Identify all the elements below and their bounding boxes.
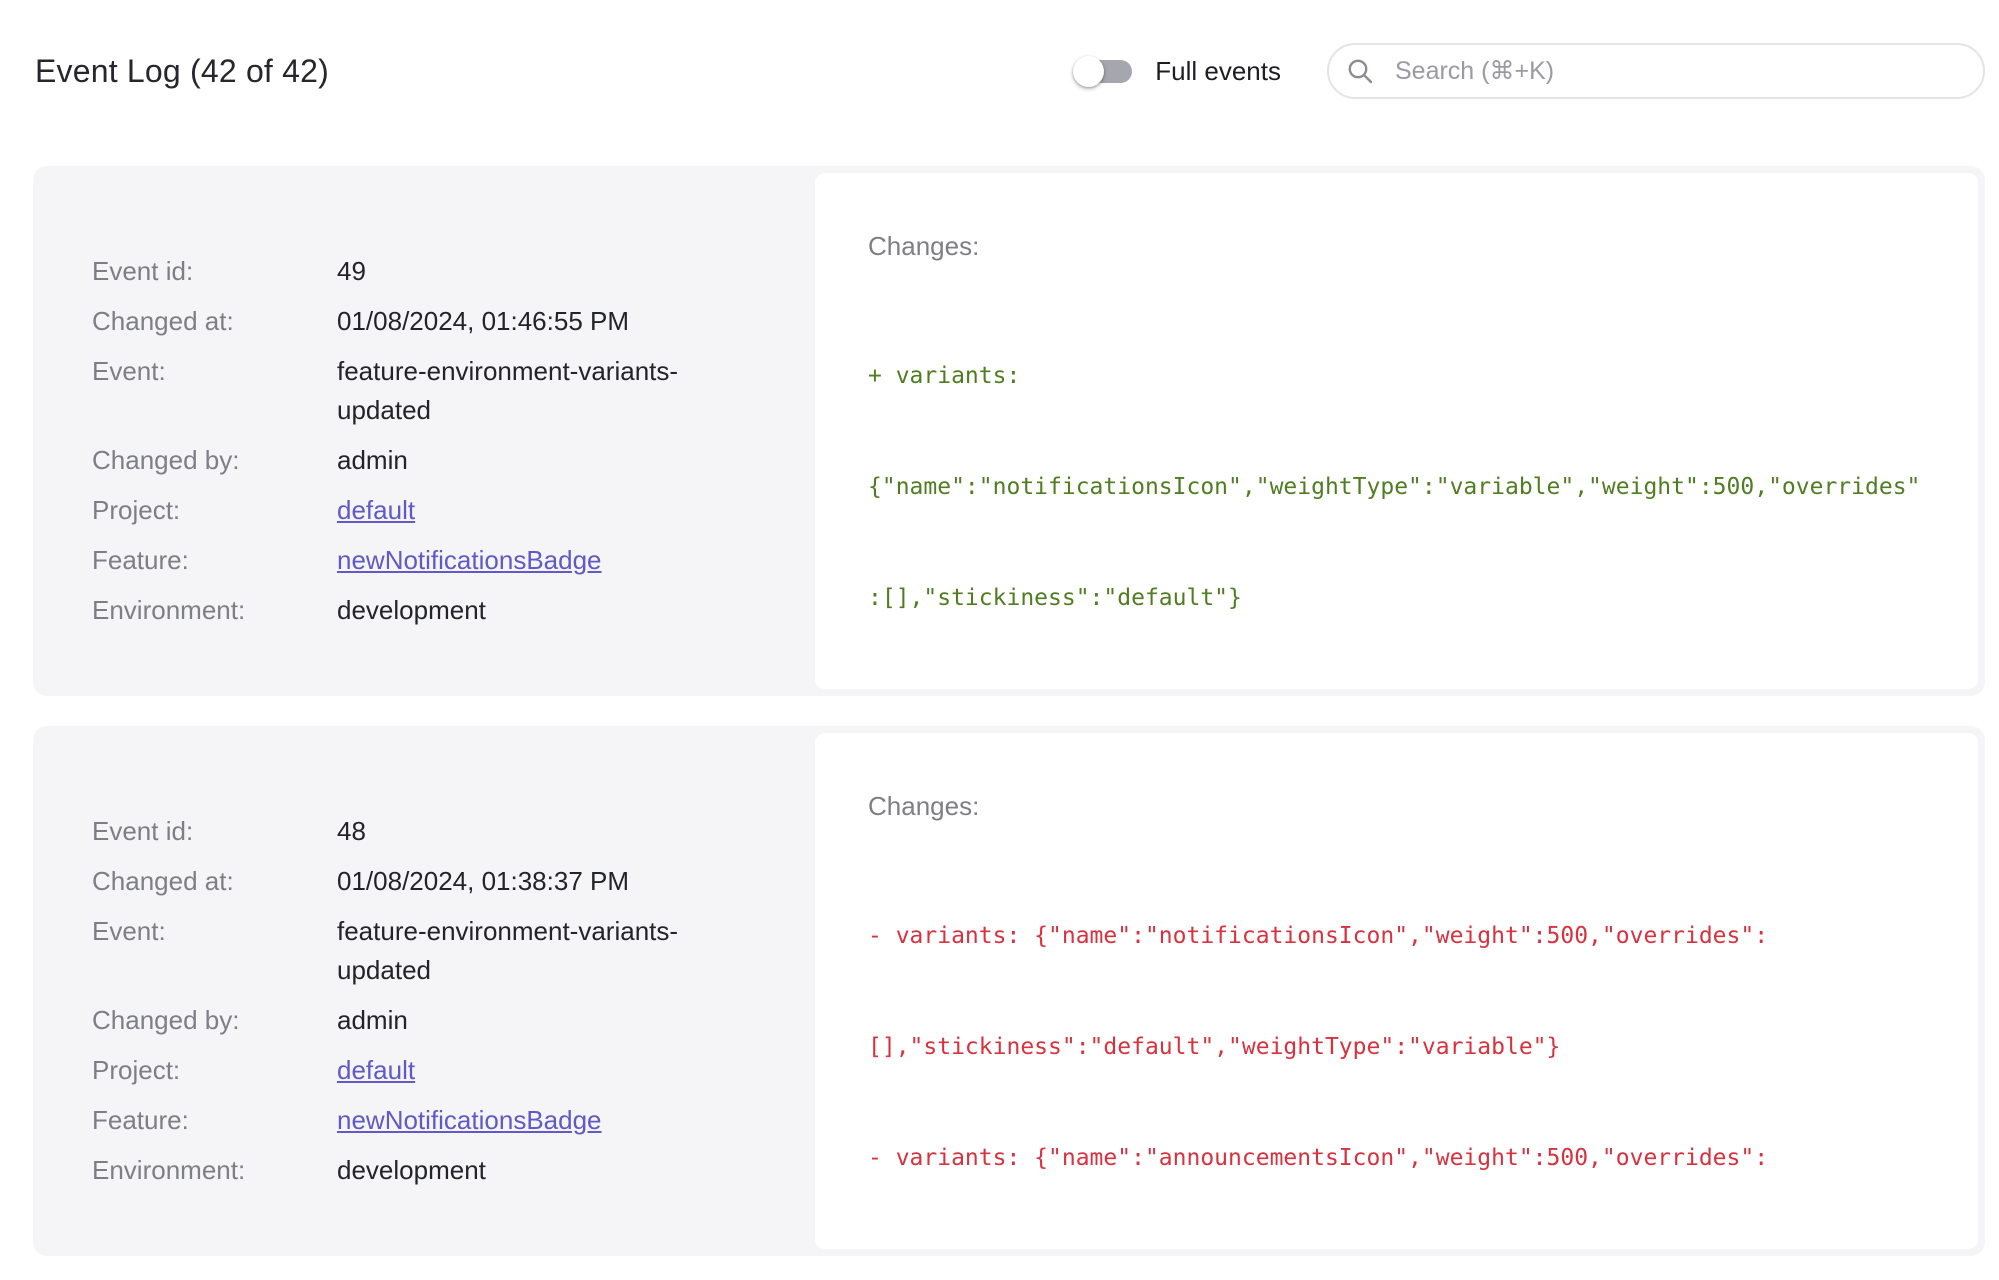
meta-label: Changed by: <box>92 1005 240 1035</box>
page-title: Event Log (42 of 42) <box>35 53 329 89</box>
meta-row-environment: Environment: development <box>92 1151 815 1190</box>
meta-row-event-type: Event: feature-environment-variants-upda… <box>92 912 815 990</box>
changes-label: Changes: <box>868 231 980 261</box>
event-metadata: Event id: 49 Changed at: 01/08/2024, 01:… <box>33 166 815 696</box>
diff-line: - variants: {"name":"notificationsIcon",… <box>868 923 1769 949</box>
feature-link[interactable]: newNotificationsBadge <box>337 545 602 575</box>
meta-row-event-type: Event: feature-environment-variants-upda… <box>92 352 815 430</box>
meta-label: Feature: <box>92 545 189 575</box>
search-icon <box>1348 59 1373 83</box>
meta-label: Environment: <box>92 1155 246 1185</box>
meta-label: Feature: <box>92 1105 189 1135</box>
meta-value: admin <box>337 445 408 475</box>
diff-line: {"name":"notificationsIcon","weightType"… <box>868 474 1921 500</box>
meta-value: development <box>337 595 486 625</box>
meta-label: Project: <box>92 495 181 525</box>
meta-label: Event: <box>92 356 166 386</box>
meta-value: admin <box>337 1005 408 1035</box>
diff-added: + variants: {"name":"notificationsIcon",… <box>868 284 1938 689</box>
meta-label: Event id: <box>92 256 194 286</box>
meta-value: feature-environment-variants-updated <box>337 916 679 985</box>
meta-value: development <box>337 1155 486 1185</box>
meta-value: 01/08/2024, 01:38:37 PM <box>337 866 630 896</box>
diff-line: [],"stickiness":"default","weightType":"… <box>868 1034 1561 1060</box>
meta-label: Changed at: <box>92 306 234 336</box>
meta-row-changed-at: Changed at: 01/08/2024, 01:38:37 PM <box>92 862 815 901</box>
meta-row-event-id: Event id: 48 <box>92 812 815 851</box>
feature-link[interactable]: newNotificationsBadge <box>337 1105 602 1135</box>
diff-line: + variants: <box>868 363 1021 389</box>
project-link[interactable]: default <box>337 1055 415 1085</box>
meta-row-event-id: Event id: 49 <box>92 252 815 291</box>
meta-value: 01/08/2024, 01:46:55 PM <box>337 306 630 336</box>
meta-row-project: Project: default <box>92 1051 815 1090</box>
diff-line: - variants: {"name":"announcementsIcon",… <box>868 1145 1769 1171</box>
meta-row-project: Project: default <box>92 491 815 530</box>
event-metadata: Event id: 48 Changed at: 01/08/2024, 01:… <box>33 726 815 1256</box>
meta-value: 49 <box>337 256 366 286</box>
event-log-list: Event id: 49 Changed at: 01/08/2024, 01:… <box>33 166 1985 1256</box>
changes-label: Changes: <box>868 791 980 821</box>
meta-label: Changed at: <box>92 866 234 896</box>
search-box[interactable] <box>1327 43 1985 99</box>
meta-row-feature: Feature: newNotificationsBadge <box>92 1101 815 1140</box>
project-link[interactable]: default <box>337 495 415 525</box>
diff-line: :[],"stickiness":"default"} <box>868 585 1242 611</box>
meta-label: Project: <box>92 1055 181 1085</box>
meta-row-changed-by: Changed by: admin <box>92 1001 815 1040</box>
meta-row-environment: Environment: development <box>92 591 815 630</box>
full-events-toggle[interactable] <box>1073 54 1133 88</box>
meta-label: Event: <box>92 916 166 946</box>
search-input[interactable] <box>1395 56 1963 86</box>
meta-row-changed-at: Changed at: 01/08/2024, 01:46:55 PM <box>92 302 815 341</box>
meta-row-feature: Feature: newNotificationsBadge <box>92 541 815 580</box>
meta-label: Changed by: <box>92 445 240 475</box>
meta-label: Environment: <box>92 595 246 625</box>
event-card: Event id: 48 Changed at: 01/08/2024, 01:… <box>33 726 1985 1256</box>
meta-value: feature-environment-variants-updated <box>337 356 679 425</box>
meta-row-changed-by: Changed by: admin <box>92 441 815 480</box>
page-header: Event Log (42 of 42) Full events <box>0 0 1999 100</box>
event-changes-panel: Changes: - variants: {"name":"notificati… <box>815 733 1978 1249</box>
event-changes-panel: Changes: + variants: {"name":"notificati… <box>815 173 1978 689</box>
header-controls: Full events <box>1073 43 1985 99</box>
full-events-toggle-label: Full events <box>1155 55 1281 86</box>
diff-removed: - variants: {"name":"notificationsIcon",… <box>868 844 1938 1249</box>
event-card: Event id: 49 Changed at: 01/08/2024, 01:… <box>33 166 1985 696</box>
meta-value: 48 <box>337 816 366 846</box>
meta-label: Event id: <box>92 816 194 846</box>
